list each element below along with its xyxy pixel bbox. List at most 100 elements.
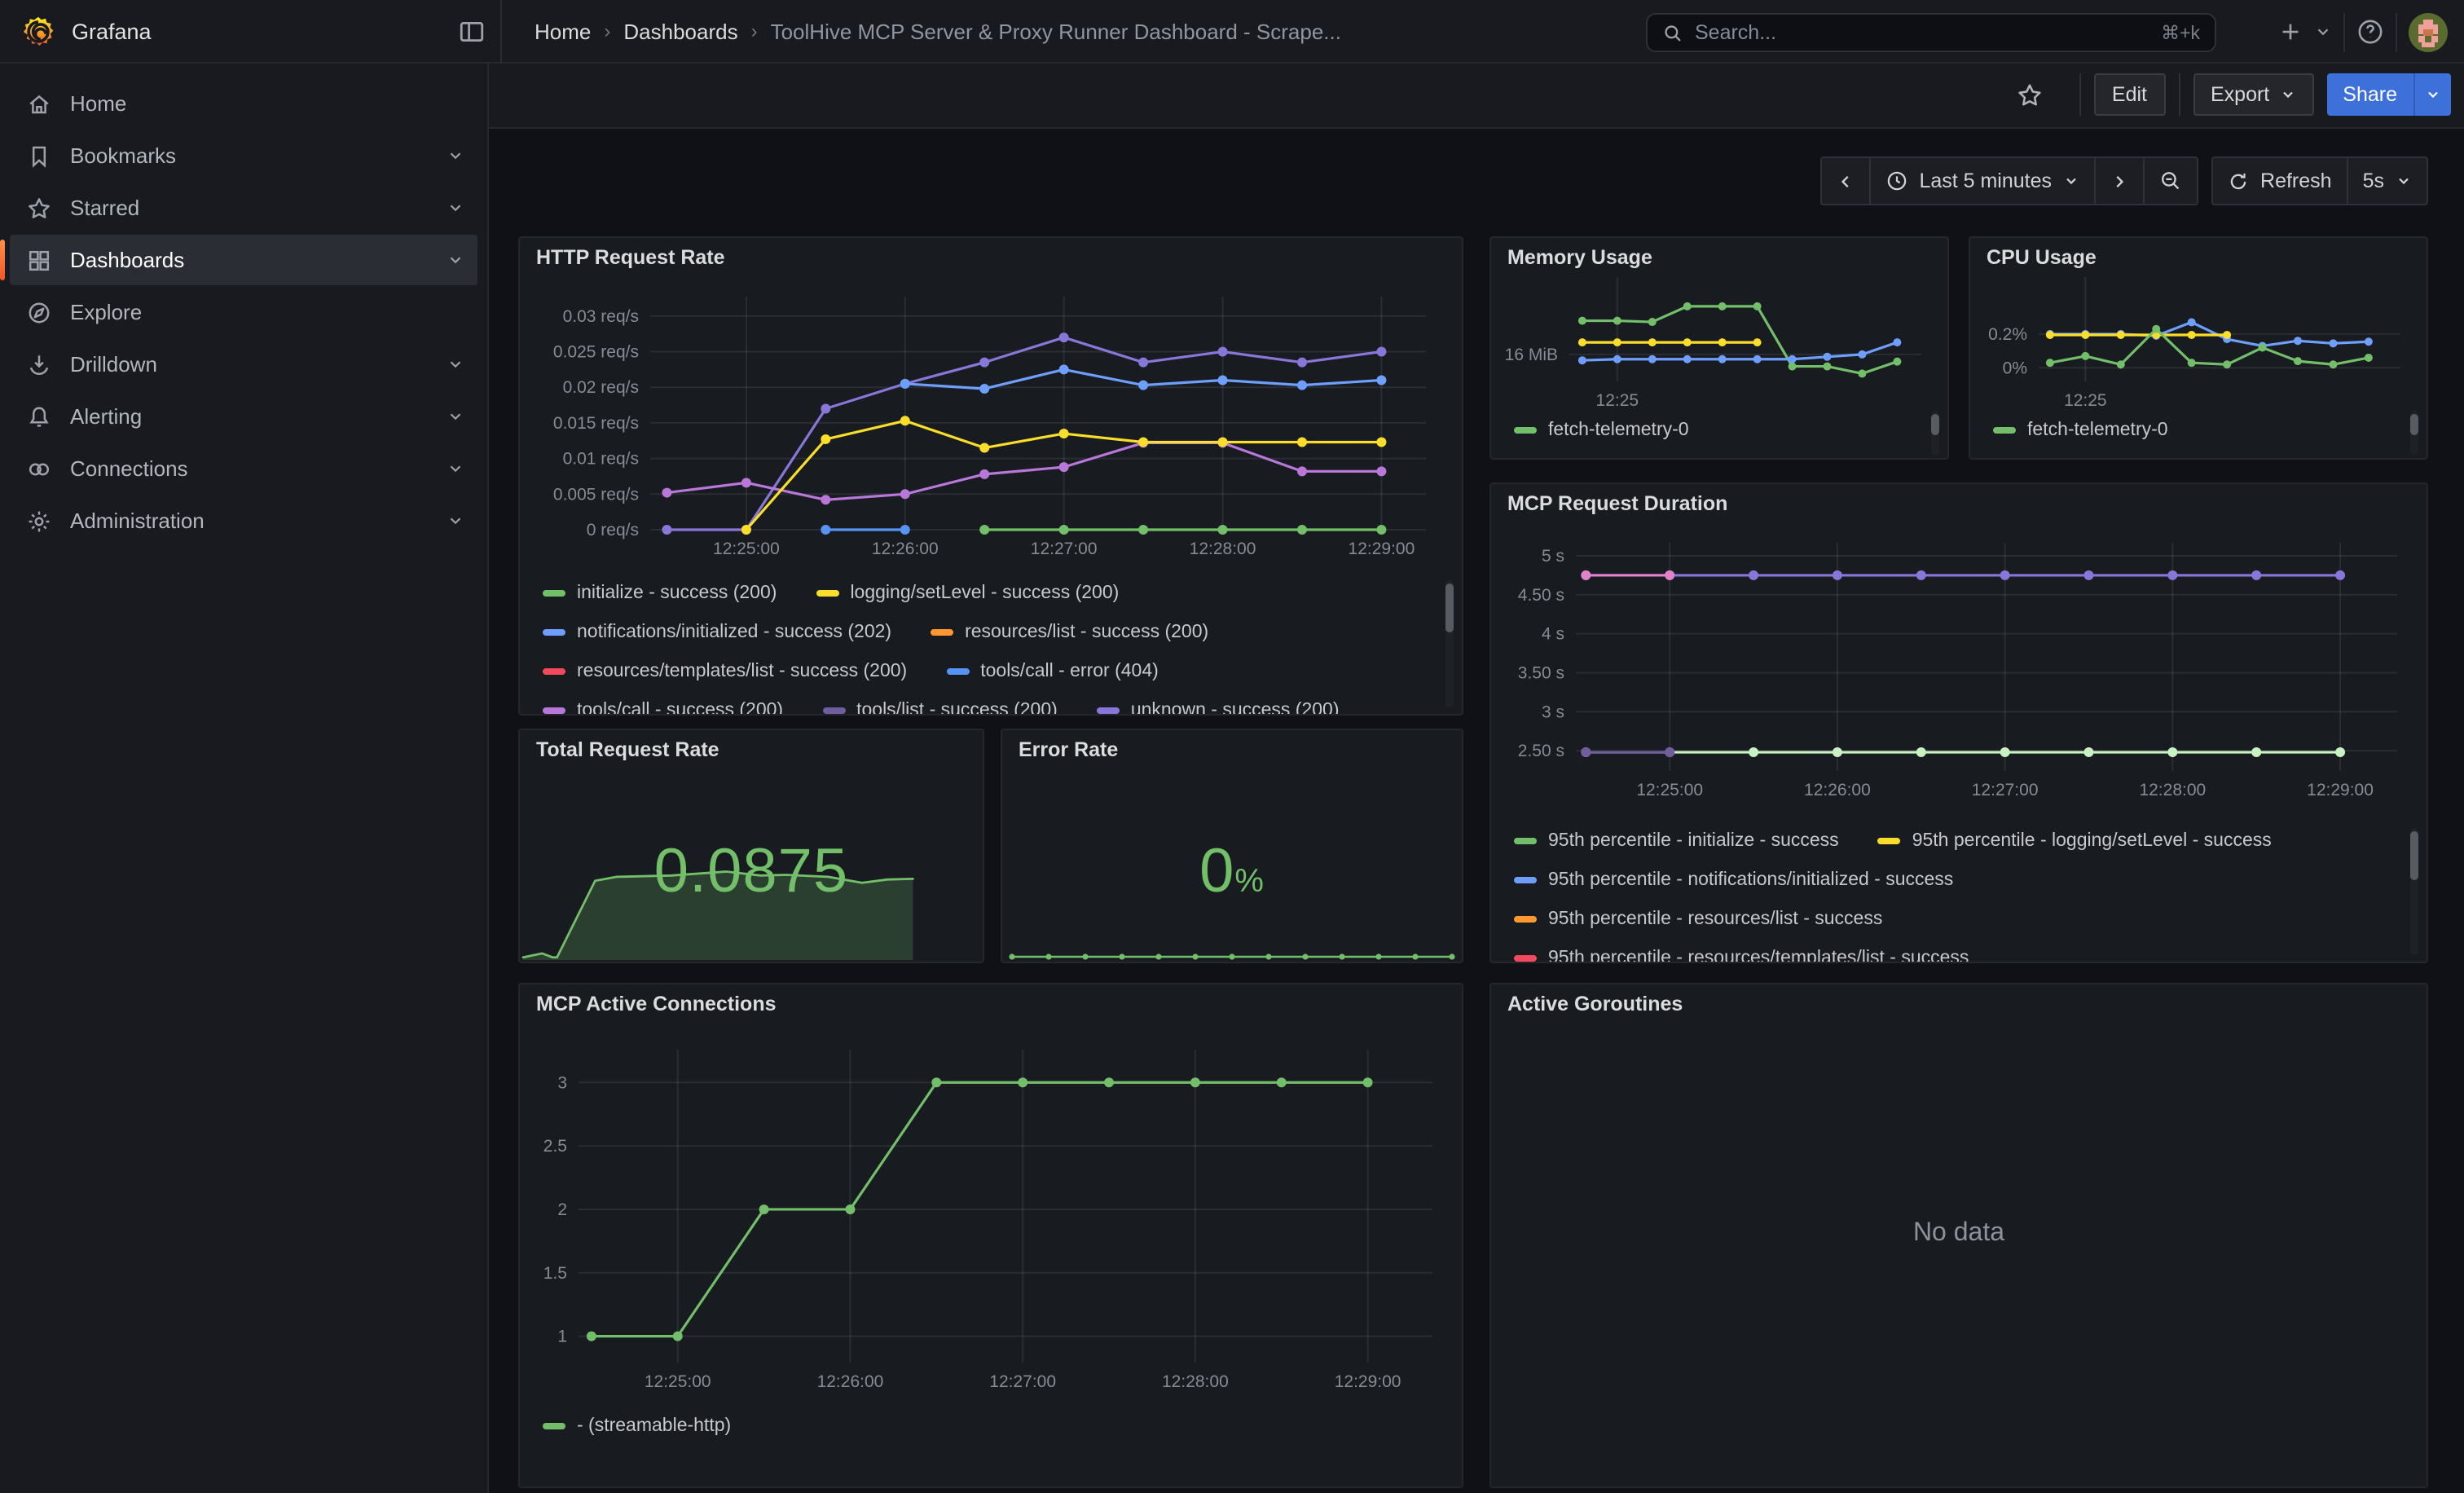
legend-item[interactable]: 95th percentile - initialize - success bbox=[1514, 831, 1839, 851]
sidebar-item-explore[interactable]: Explore bbox=[10, 287, 477, 337]
chevron-down-icon[interactable] bbox=[447, 199, 464, 217]
legend-swatch bbox=[543, 668, 565, 675]
sidebar-item-starred[interactable]: Starred bbox=[10, 183, 477, 233]
export-button[interactable]: Export bbox=[2193, 73, 2313, 116]
sidebar-item-label: Alerting bbox=[70, 404, 429, 429]
legend-label: tools/list - success (200) bbox=[856, 701, 1058, 714]
legend-label: resources/templates/list - success (200) bbox=[577, 662, 907, 681]
svg-text:12:28:00: 12:28:00 bbox=[1190, 540, 1256, 558]
legend-item[interactable]: fetch-telemetry-0 bbox=[1993, 421, 2168, 440]
svg-text:12:25: 12:25 bbox=[2064, 391, 2107, 410]
gear-icon bbox=[26, 508, 52, 534]
edit-button[interactable]: Edit bbox=[2094, 73, 2165, 116]
legend-swatch bbox=[1993, 427, 2016, 434]
legend-item[interactable]: initialize - success (200) bbox=[543, 584, 777, 603]
time-back-button[interactable] bbox=[1819, 156, 1870, 205]
collapse-sidebar-icon[interactable] bbox=[458, 17, 486, 45]
clock-icon bbox=[1885, 170, 1907, 192]
compass-icon bbox=[26, 299, 52, 325]
favorite-star-icon[interactable] bbox=[2016, 81, 2044, 108]
grafana-logo-icon[interactable] bbox=[21, 14, 55, 48]
share-chevron-down-icon[interactable] bbox=[2413, 73, 2451, 116]
svg-text:12:29:00: 12:29:00 bbox=[1349, 540, 1415, 558]
chevron-down-icon[interactable] bbox=[447, 251, 464, 269]
svg-text:0.025 req/s: 0.025 req/s bbox=[553, 343, 639, 362]
legend-swatch bbox=[543, 590, 565, 597]
svg-text:3 s: 3 s bbox=[1542, 702, 1564, 721]
legend-scrollbar[interactable] bbox=[2410, 828, 2418, 955]
sidebar-item-alerting[interactable]: Alerting bbox=[10, 391, 477, 442]
legend-scrollbar[interactable] bbox=[2410, 411, 2418, 455]
avatar[interactable] bbox=[2409, 12, 2448, 51]
share-button[interactable]: Share bbox=[2326, 73, 2413, 116]
time-range-picker[interactable]: Last 5 minutes bbox=[1870, 156, 2096, 205]
legend-label: resources/list - success (200) bbox=[965, 623, 1208, 642]
bell-icon bbox=[26, 403, 52, 429]
breadcrumb-dashboards[interactable]: Dashboards bbox=[623, 19, 737, 43]
sidebar-item-label: Starred bbox=[70, 196, 429, 220]
http-legend: initialize - success (200) logging/setLev… bbox=[543, 574, 1432, 714]
sidebar-item-home[interactable]: Home bbox=[10, 78, 477, 129]
time-forward-button[interactable] bbox=[2096, 156, 2145, 205]
chevron-down-icon[interactable] bbox=[447, 407, 464, 425]
svg-text:5 s: 5 s bbox=[1542, 547, 1564, 566]
legend-item[interactable]: 95th percentile - notifications/initiali… bbox=[1514, 870, 1953, 890]
share-label: Share bbox=[2343, 83, 2397, 106]
legend-item[interactable]: tools/list - success (200) bbox=[822, 701, 1058, 714]
legend-item[interactable]: notifications/initialized - success (202… bbox=[543, 623, 891, 642]
panel-total-request-rate: Total Request Rate 0.0875 bbox=[518, 729, 984, 963]
sidebar-item-drilldown[interactable]: Drilldown bbox=[10, 339, 477, 390]
legend-swatch bbox=[1097, 707, 1120, 714]
legend-item[interactable]: unknown - success (200) bbox=[1097, 701, 1340, 714]
legend-swatch bbox=[543, 707, 565, 714]
total-request-rate-value: 0.0875 bbox=[520, 838, 983, 908]
add-chevron-down-icon[interactable] bbox=[2314, 23, 2332, 41]
legend-item[interactable]: resources/list - success (200) bbox=[931, 623, 1208, 642]
legend-item[interactable]: fetch-telemetry-0 bbox=[1514, 421, 1689, 440]
legend-scrollbar[interactable] bbox=[1931, 411, 1939, 455]
sidebar-item-label: Explore bbox=[70, 300, 464, 324]
legend-item[interactable]: logging/setLevel - success (200) bbox=[816, 584, 1119, 603]
legend-scrollbar[interactable] bbox=[1445, 580, 1454, 707]
sidebar-item-connections[interactable]: Connections bbox=[10, 443, 477, 494]
legend-item[interactable]: tools/call - success (200) bbox=[543, 701, 783, 714]
dashboard-toolbar: Edit Export Share bbox=[489, 64, 2464, 129]
chevron-down-icon[interactable] bbox=[447, 460, 464, 478]
svg-text:0%: 0% bbox=[2003, 359, 2027, 377]
legend-label: fetch-telemetry-0 bbox=[2027, 421, 2168, 440]
search-input[interactable]: Search... ⌘+k bbox=[1646, 13, 2216, 52]
panel-memory-usage: Memory Usage 16 MiB12:25 fetch-telemetry… bbox=[1489, 236, 1949, 460]
svg-text:12:28:00: 12:28:00 bbox=[2139, 781, 2206, 799]
chevron-down-icon[interactable] bbox=[447, 355, 464, 373]
legend-item[interactable]: 95th percentile - resources/templates/li… bbox=[1514, 949, 1969, 962]
refresh-interval-picker[interactable]: 5s bbox=[2348, 156, 2428, 205]
sidebar-item-dashboards[interactable]: Dashboards bbox=[10, 235, 477, 285]
chevron-down-icon[interactable] bbox=[447, 512, 464, 530]
sidebar-item-label: Drilldown bbox=[70, 352, 429, 377]
sidebar-item-bookmarks[interactable]: Bookmarks bbox=[10, 130, 477, 181]
panel-http-request-rate: HTTP Request Rate 0 req/s0.005 req/s0.01… bbox=[518, 236, 1463, 716]
add-icon[interactable] bbox=[2278, 20, 2303, 44]
breadcrumb-home[interactable]: Home bbox=[535, 19, 591, 43]
panel-active-goroutines: Active Goroutines No data bbox=[1489, 983, 2428, 1488]
legend-item[interactable]: tools/call - error (404) bbox=[946, 662, 1159, 681]
legend-item[interactable]: - (streamable-http) bbox=[543, 1416, 731, 1436]
chevron-down-icon[interactable] bbox=[447, 147, 464, 165]
refresh-button[interactable]: Refresh bbox=[2211, 156, 2348, 205]
brand-name: Grafana bbox=[72, 19, 152, 43]
legend-item[interactable]: resources/templates/list - success (200) bbox=[543, 662, 907, 681]
legend-swatch bbox=[543, 629, 565, 636]
legend-swatch bbox=[822, 707, 845, 714]
legend-label: 95th percentile - resources/list - succe… bbox=[1548, 909, 1882, 929]
sidebar-item-administration[interactable]: Administration bbox=[10, 495, 477, 546]
legend-item[interactable]: 95th percentile - logging/setLevel - suc… bbox=[1878, 831, 2272, 851]
legend-label: 95th percentile - notifications/initiali… bbox=[1548, 870, 1953, 890]
svg-text:0.01 req/s: 0.01 req/s bbox=[563, 450, 639, 469]
zoom-out-button[interactable] bbox=[2145, 156, 2198, 205]
legend-swatch bbox=[1514, 916, 1537, 923]
legend-item[interactable]: 95th percentile - resources/list - succe… bbox=[1514, 909, 1882, 929]
legend-label: 95th percentile - logging/setLevel - suc… bbox=[1912, 831, 2272, 851]
chevron-down-icon bbox=[2396, 173, 2412, 189]
help-icon[interactable] bbox=[2356, 18, 2384, 46]
legend-swatch bbox=[1514, 955, 1537, 962]
